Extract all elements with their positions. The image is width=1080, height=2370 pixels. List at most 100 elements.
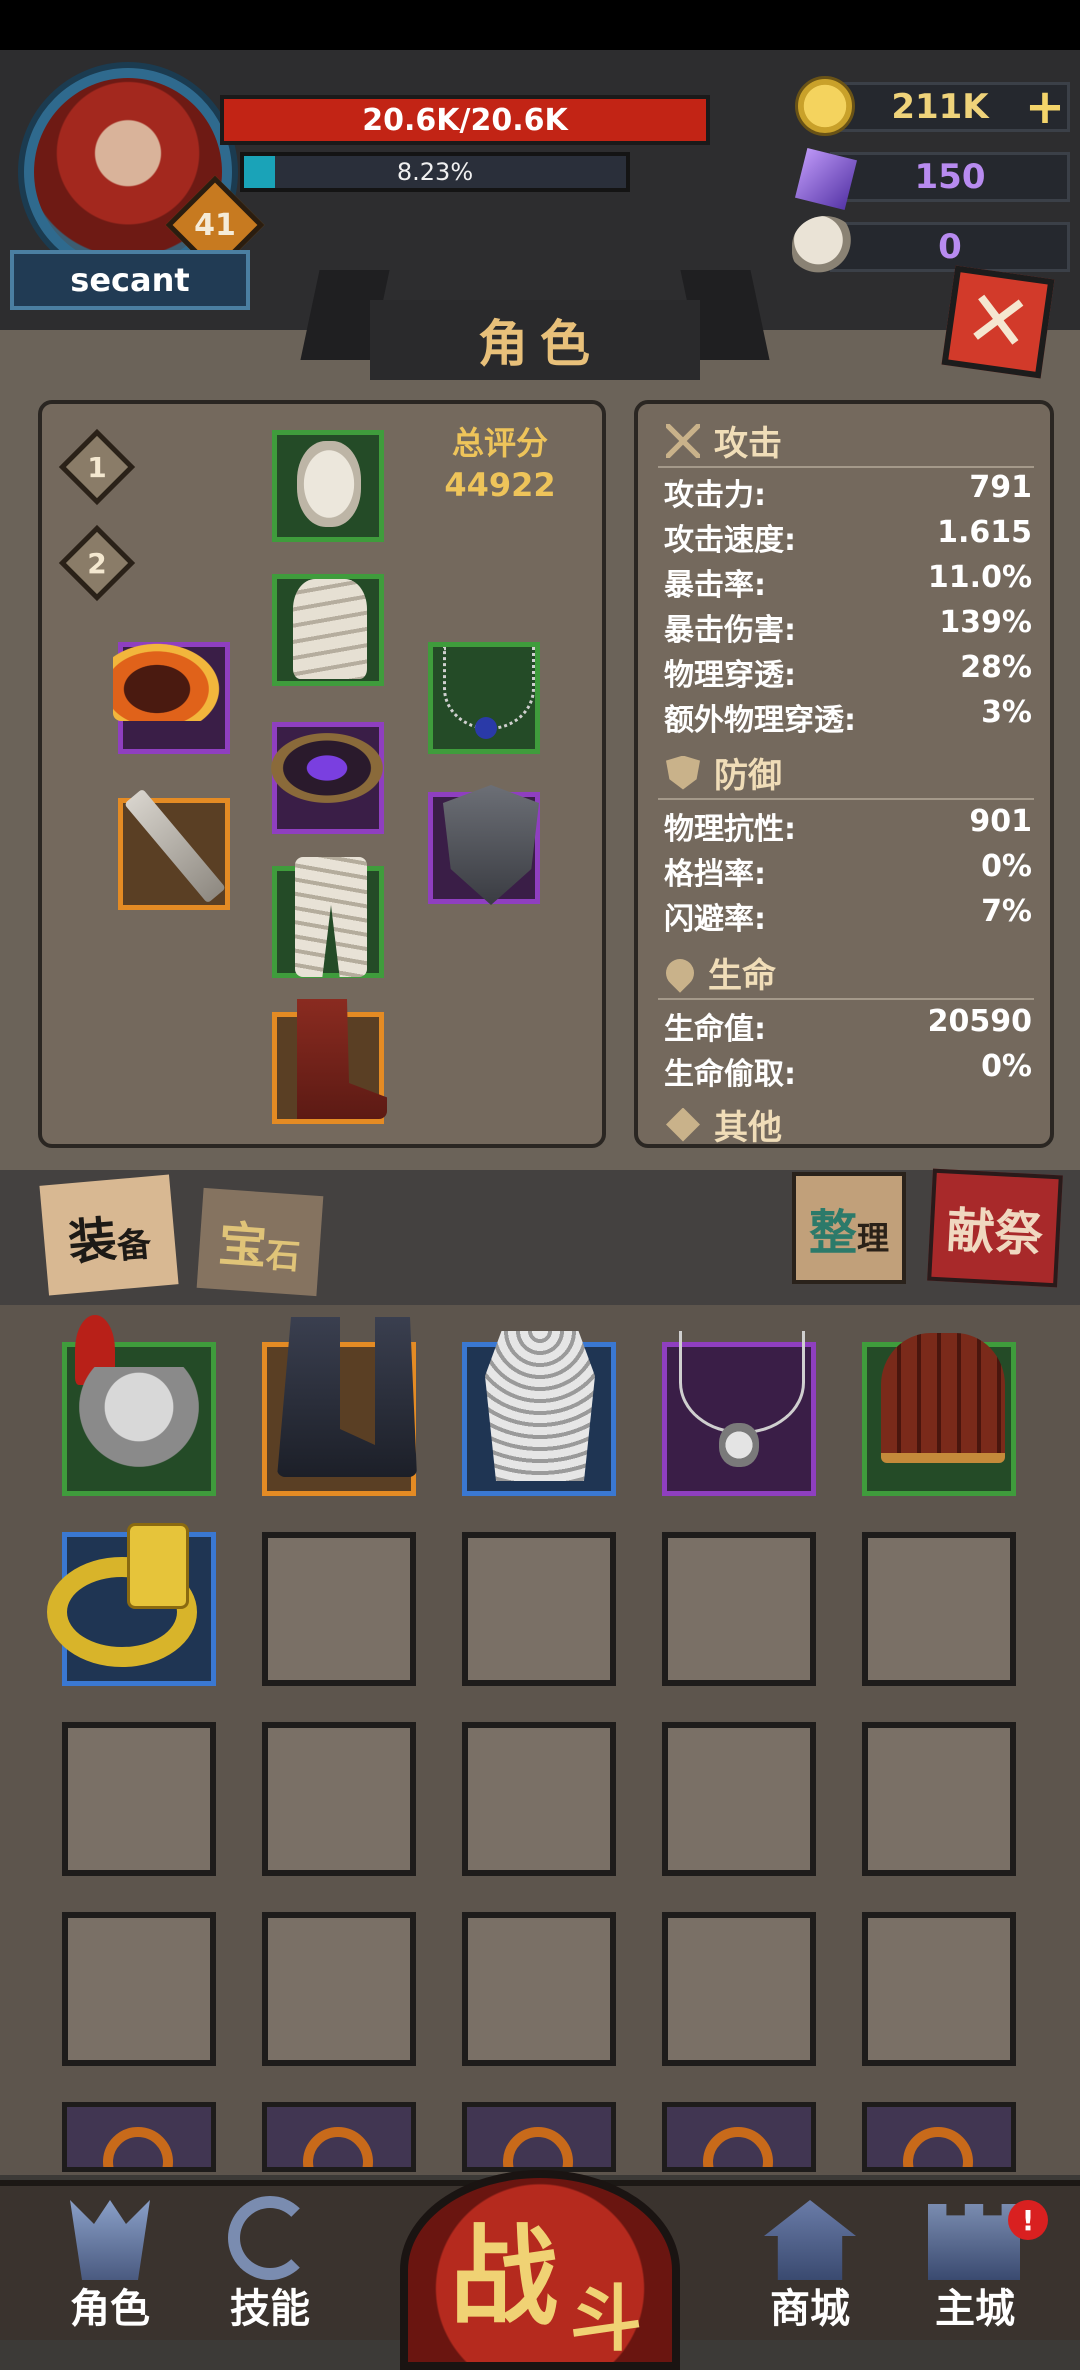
inventory-slot[interactable] — [62, 1315, 216, 1496]
stat-label: 生命偷取: — [664, 1057, 796, 1092]
equip-slot-offhand[interactable] — [113, 641, 230, 754]
crystal-counter: 150 — [830, 152, 1070, 202]
stat-value: 20590 — [927, 1004, 1032, 1039]
helmet-icon — [70, 2200, 150, 2280]
inventory-slot-empty[interactable] — [462, 1912, 616, 2066]
notification-badge: ! — [1008, 2200, 1048, 2240]
equip-slot-boots[interactable] — [272, 999, 387, 1124]
nav-shop[interactable]: 商城 — [740, 2190, 880, 2340]
xp-text: 8.23% — [396, 158, 474, 186]
swirl-icon — [228, 2196, 312, 2280]
locked-slot[interactable] — [862, 2102, 1016, 2172]
lock-icon — [503, 2127, 573, 2167]
inventory-slot[interactable] — [262, 1317, 417, 1496]
defense-section-title: 防御 — [666, 748, 782, 797]
inventory-slot-empty[interactable] — [62, 1722, 216, 1876]
inventory-slot[interactable] — [862, 1333, 1016, 1496]
stat-row: 攻击力: 791 — [664, 470, 1032, 514]
stat-label: 额外物理穿透: — [664, 703, 856, 738]
inventory-slot-empty[interactable] — [862, 1722, 1016, 1876]
gold-coin-icon — [795, 76, 855, 136]
player-name: secant — [10, 250, 250, 310]
tab-equipment[interactable]: 装备 — [39, 1174, 179, 1296]
chain-necklace-icon — [679, 1331, 805, 1434]
equip-slot-belt[interactable] — [271, 722, 384, 834]
inventory-slot-empty[interactable] — [662, 1912, 816, 2066]
stat-value: 3% — [981, 695, 1032, 730]
inventory-slot-empty[interactable] — [862, 1912, 1016, 2066]
equip-slot-necklace[interactable] — [428, 642, 540, 754]
inventory-slot-empty[interactable] — [262, 1912, 416, 2066]
stats-panel: 攻击 攻击力: 791 攻击速度: 1.615 暴击率: 11.0% 暴击伤害: 139… — [634, 400, 1054, 1148]
life-section-title: 生命 — [660, 948, 776, 997]
stat-row: 格挡率: 0% — [664, 849, 1032, 893]
inventory-slot[interactable] — [662, 1331, 816, 1496]
inventory-slot[interactable] — [462, 1331, 616, 1496]
crystal-amount: 150 — [914, 157, 986, 197]
add-gold-button[interactable]: + — [1022, 79, 1068, 135]
scale-armor-icon — [485, 1331, 595, 1481]
loadout-2-label: 2 — [87, 546, 107, 580]
gold-bar-icon — [127, 1523, 189, 1609]
equip-slot-legs[interactable] — [272, 857, 384, 978]
total-score-value: 44922 — [444, 466, 556, 504]
stat-value: 1.615 — [937, 515, 1032, 550]
divider — [658, 798, 1034, 800]
stat-row: 攻击速度: 1.615 — [664, 515, 1032, 559]
stat-value: 0% — [981, 1049, 1032, 1084]
stat-label: 闪避率: — [664, 902, 766, 937]
inventory-slot-empty[interactable] — [262, 1532, 416, 1686]
stat-value: 901 — [969, 804, 1032, 839]
tab-gems[interactable]: 宝石 — [196, 1187, 324, 1297]
inventory-slot-empty[interactable] — [862, 1532, 1016, 1686]
stat-value: 28% — [960, 650, 1032, 685]
sacrifice-button[interactable]: 献祭 — [927, 1168, 1063, 1288]
nav-character[interactable]: 角色 — [40, 2190, 180, 2340]
locked-slot[interactable] — [62, 2102, 216, 2172]
divider — [658, 998, 1034, 1000]
nav-skills[interactable]: 技能 — [200, 2190, 340, 2340]
inventory-slot-empty[interactable] — [462, 1722, 616, 1876]
nav-skills-label: 技能 — [230, 2286, 310, 2332]
inventory-slot-empty[interactable] — [662, 1532, 816, 1686]
attack-title: 攻击 — [714, 424, 782, 464]
roman-helmet-icon — [79, 1367, 199, 1467]
equip-slot-weapon[interactable] — [118, 788, 230, 910]
lock-icon — [303, 2127, 373, 2167]
page-title: 角色 — [478, 315, 602, 373]
tab-equipment-main: 装 — [66, 1211, 119, 1272]
equip-slot-body[interactable] — [272, 574, 384, 686]
stat-row: 物理穿透: 28% — [664, 650, 1032, 694]
leather-skirt-icon — [881, 1333, 1005, 1463]
shield-icon — [666, 755, 700, 790]
equip-slot-shield[interactable] — [428, 785, 540, 905]
locked-slot[interactable] — [462, 2102, 616, 2172]
stat-value: 11.0% — [927, 560, 1032, 595]
nav-shop-label: 商城 — [770, 2286, 850, 2332]
locked-slot[interactable] — [662, 2102, 816, 2172]
sort-button[interactable]: 整理 — [792, 1172, 906, 1284]
inventory-slot[interactable] — [47, 1523, 216, 1686]
stat-label: 格挡率: — [664, 857, 766, 892]
fire-feather-icon — [113, 641, 223, 721]
equip-slot-head[interactable] — [272, 430, 384, 542]
loadout-1-label: 1 — [87, 450, 107, 484]
dragon-shield-icon — [443, 785, 539, 905]
inventory-slot-empty[interactable] — [62, 1912, 216, 2066]
stat-row: 暴击率: 11.0% — [664, 560, 1032, 604]
tab-equipment-sub: 备 — [115, 1223, 153, 1267]
inventory-slot-empty[interactable] — [462, 1532, 616, 1686]
purple-flame-belt-icon — [271, 733, 383, 803]
inventory-slot-empty[interactable] — [262, 1722, 416, 1876]
sort-main: 整 — [808, 1205, 857, 1261]
nav-character-label: 角色 — [70, 2286, 150, 2332]
locked-slot[interactable] — [262, 2102, 416, 2172]
ram-horn-amount: 0 — [938, 227, 962, 267]
stat-label: 攻击速度: — [664, 523, 796, 558]
tab-gems-sub: 石 — [264, 1235, 302, 1278]
close-button[interactable]: ✕ — [941, 265, 1055, 379]
stat-value: 139% — [939, 605, 1032, 640]
status-bar — [0, 0, 1080, 50]
defense-title: 防御 — [714, 756, 782, 796]
inventory-slot-empty[interactable] — [662, 1722, 816, 1876]
